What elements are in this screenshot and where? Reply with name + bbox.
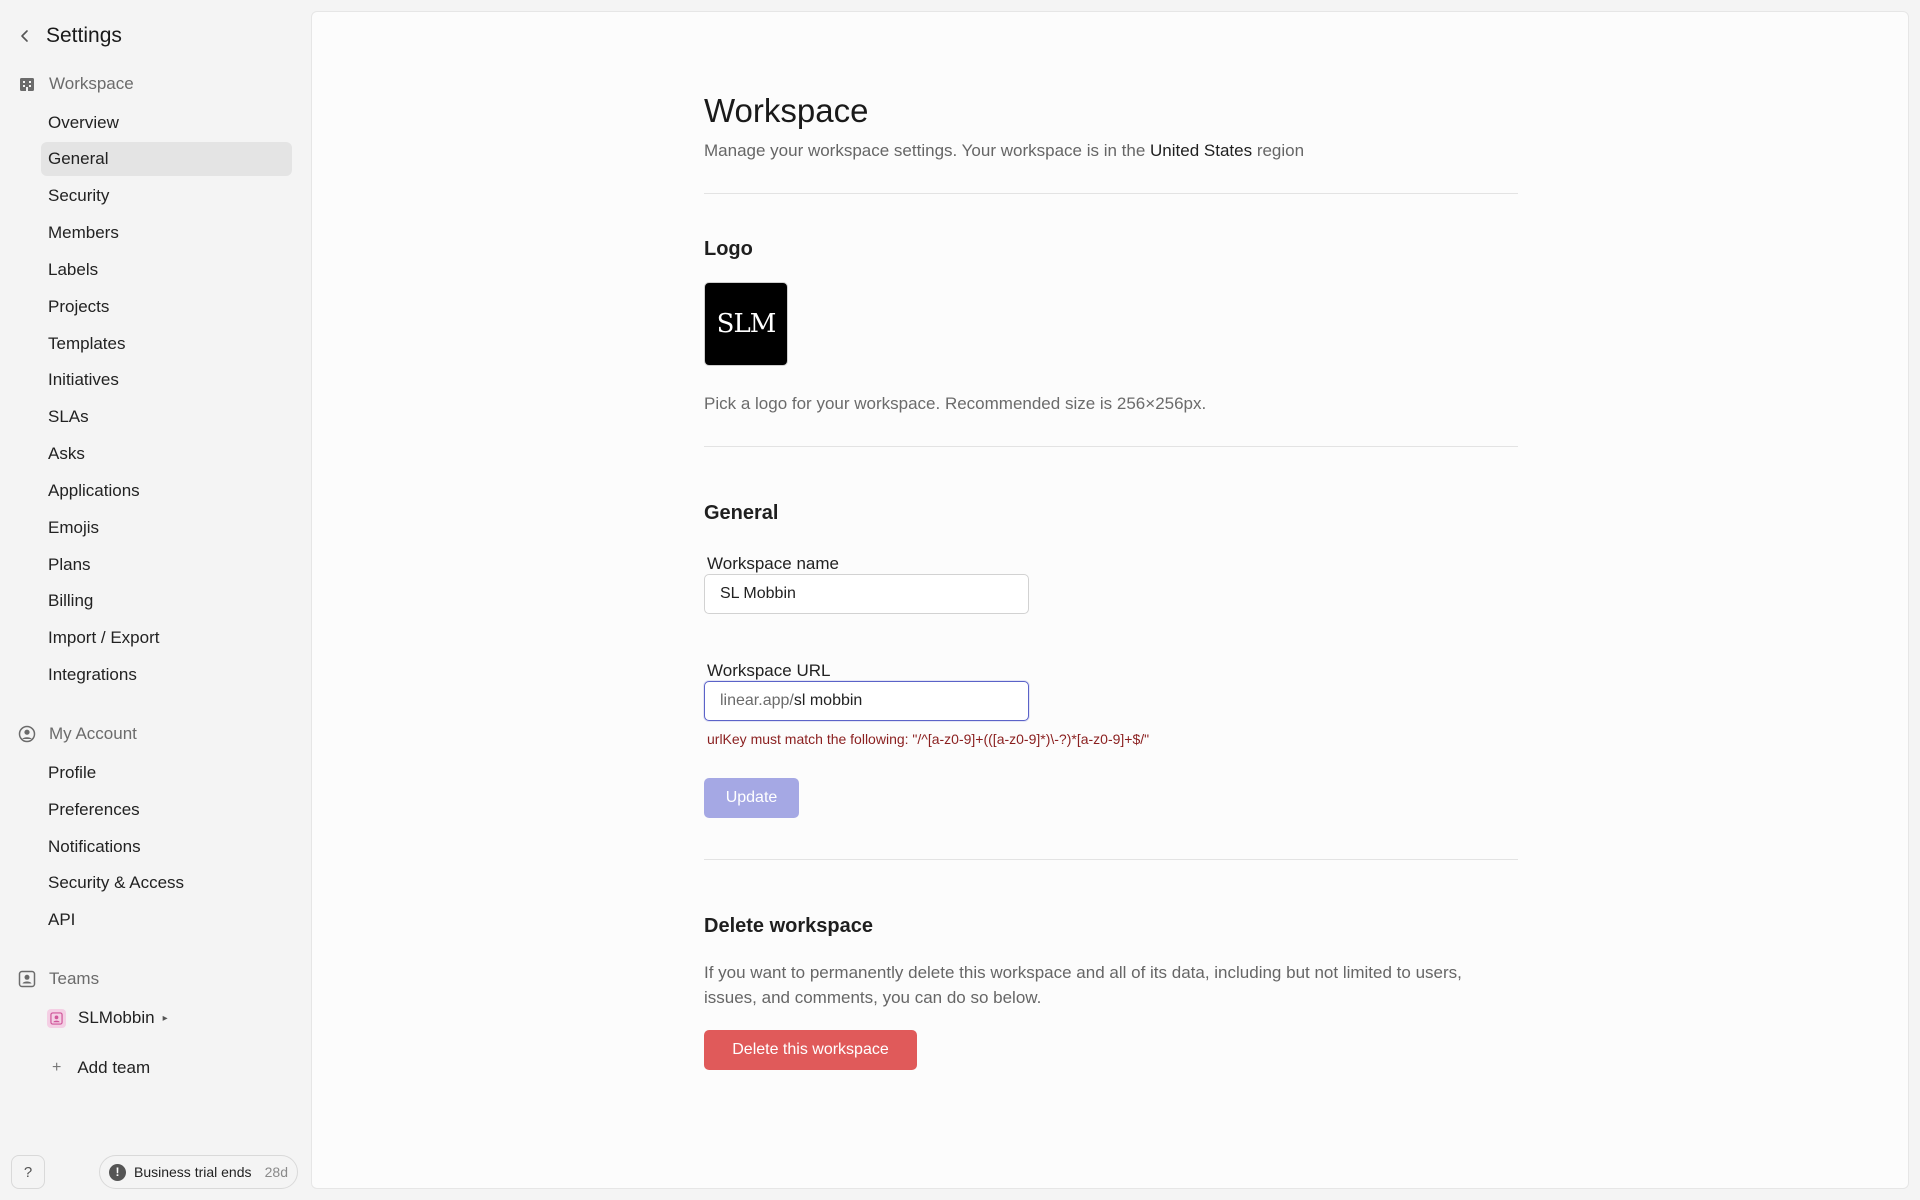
sidebar-item-projects[interactable]: Projects xyxy=(41,290,292,324)
building-icon xyxy=(18,75,36,93)
sidebar-item-asks[interactable]: Asks xyxy=(41,437,292,471)
sidebar-item-initiatives[interactable]: Initiatives xyxy=(41,363,292,397)
url-prefix: linear.app/ xyxy=(720,692,794,709)
sidebar-item-label: Members xyxy=(48,223,119,242)
page-title: Workspace xyxy=(704,92,869,129)
sidebar-item-label: Notifications xyxy=(48,837,141,856)
url-error-message: urlKey must match the following: "/^[a-z… xyxy=(707,731,1150,747)
sidebar-item-api[interactable]: API xyxy=(41,903,292,937)
sidebar-item-label: Preferences xyxy=(48,800,140,819)
caret-right-icon: ▸ xyxy=(162,1012,168,1024)
logo-hint: Pick a logo for your workspace. Recommen… xyxy=(704,394,1207,413)
sidebar-section-workspace: Workspace xyxy=(18,69,134,99)
sidebar-title: Settings xyxy=(46,24,122,47)
sidebar-item-overview[interactable]: Overview xyxy=(41,106,292,140)
sidebar-item-label: Profile xyxy=(48,763,97,782)
workspace-logo[interactable]: SLM xyxy=(704,282,788,366)
sidebar-item-label: SLAs xyxy=(48,407,89,426)
sidebar-item-label: Billing xyxy=(48,591,94,610)
alert-circle-icon: ! xyxy=(109,1163,126,1181)
sidebar-section-my-account: My Account xyxy=(18,719,137,749)
sidebar-item-preferences[interactable]: Preferences xyxy=(41,793,292,827)
sidebar-item-label: Applications xyxy=(48,481,140,500)
business-trial-badge[interactable]: ! Business trial ends 28d xyxy=(99,1155,298,1189)
section-divider xyxy=(704,193,1518,194)
sidebar-item-general[interactable]: General xyxy=(41,142,292,176)
section-divider xyxy=(704,446,1518,447)
settings-main-panel: Workspace Manage your workspace settings… xyxy=(311,11,1909,1189)
workspace-name-label: Workspace name xyxy=(707,554,839,573)
delete-workspace-button[interactable]: Delete this workspace xyxy=(704,1030,917,1070)
sidebar-item-plans[interactable]: Plans xyxy=(41,548,292,582)
sidebar-section-label: Teams xyxy=(49,969,100,988)
sidebar-item-security-access[interactable]: Security & Access xyxy=(41,866,292,900)
add-team-label: Add team xyxy=(77,1058,151,1077)
team-icon xyxy=(18,970,36,988)
team-label: SLMobbin xyxy=(78,1008,155,1027)
chevron-left-icon xyxy=(18,29,32,43)
delete-description: If you want to permanently delete this w… xyxy=(704,963,1462,1007)
sidebar-item-label: General xyxy=(48,149,109,168)
sidebar-item-billing[interactable]: Billing xyxy=(41,584,292,618)
sidebar-item-label: Security & Access xyxy=(48,873,185,892)
sidebar-section-label: My Account xyxy=(49,724,137,743)
region-name: United States xyxy=(1150,141,1253,160)
subtitle-suffix: region xyxy=(1252,141,1305,160)
sidebar-section-teams: Teams xyxy=(18,964,99,994)
sidebar-item-security[interactable]: Security xyxy=(41,179,292,213)
user-circle-icon xyxy=(18,725,36,743)
sidebar-item-profile[interactable]: Profile xyxy=(41,756,292,790)
sidebar-item-label: Overview xyxy=(48,113,119,132)
section-divider xyxy=(704,859,1518,860)
sidebar-item-integrations[interactable]: Integrations xyxy=(41,658,292,692)
sidebar-item-label: API xyxy=(48,910,76,929)
add-team-button[interactable]: + Add team xyxy=(52,1052,150,1084)
team-avatar-icon xyxy=(47,1008,66,1028)
update-button[interactable]: Update xyxy=(704,778,799,818)
sidebar-item-applications[interactable]: Applications xyxy=(41,474,292,508)
plus-icon: + xyxy=(52,1059,62,1076)
sidebar-section-label: Workspace xyxy=(49,74,134,93)
workspace-url-label: Workspace URL xyxy=(707,661,831,680)
question-mark-icon: ? xyxy=(23,1163,33,1181)
trial-label: Business trial ends xyxy=(134,1164,252,1180)
delete-section-title: Delete workspace xyxy=(704,915,873,937)
workspace-url-input[interactable] xyxy=(793,692,1013,710)
subtitle-prefix: Manage your workspace settings. Your wor… xyxy=(704,141,1151,160)
sidebar-item-label: Labels xyxy=(48,260,99,279)
sidebar-item-labels[interactable]: Labels xyxy=(41,253,292,287)
sidebar-item-import-export[interactable]: Import / Export xyxy=(41,621,292,655)
sidebar-item-label: Projects xyxy=(48,297,110,316)
sidebar-item-label: Templates xyxy=(48,334,126,353)
back-to-app-button[interactable]: Settings xyxy=(18,20,122,52)
sidebar-item-label: Import / Export xyxy=(48,628,160,647)
sidebar-item-label: Integrations xyxy=(48,665,137,684)
sidebar-item-label: Emojis xyxy=(48,518,100,537)
sidebar-item-slas[interactable]: SLAs xyxy=(41,400,292,434)
sidebar-item-label: Asks xyxy=(48,444,85,463)
trial-days: 28d xyxy=(264,1164,288,1180)
sidebar-item-label: Initiatives xyxy=(48,370,119,389)
logo-text: SLM xyxy=(716,309,777,339)
sidebar-item-label: Plans xyxy=(48,555,91,574)
sidebar-item-label: Security xyxy=(48,186,110,205)
settings-sidebar: Settings Workspace Overview General Secu… xyxy=(0,0,310,1200)
workspace-name-input[interactable] xyxy=(704,574,1029,614)
sidebar-item-members[interactable]: Members xyxy=(41,216,292,250)
logo-section-title: Logo xyxy=(704,238,753,260)
sidebar-team-slmobbin[interactable]: SLMobbin ▸ xyxy=(47,1001,168,1035)
sidebar-item-notifications[interactable]: Notifications xyxy=(41,830,292,864)
general-section-title: General xyxy=(704,502,779,524)
page-subtitle: Manage your workspace settings. Your wor… xyxy=(704,141,1304,161)
sidebar-item-emojis[interactable]: Emojis xyxy=(41,511,292,545)
help-button[interactable]: ? xyxy=(11,1155,45,1189)
workspace-url-field[interactable]: linear.app/ xyxy=(704,681,1029,721)
sidebar-item-templates[interactable]: Templates xyxy=(41,327,292,361)
